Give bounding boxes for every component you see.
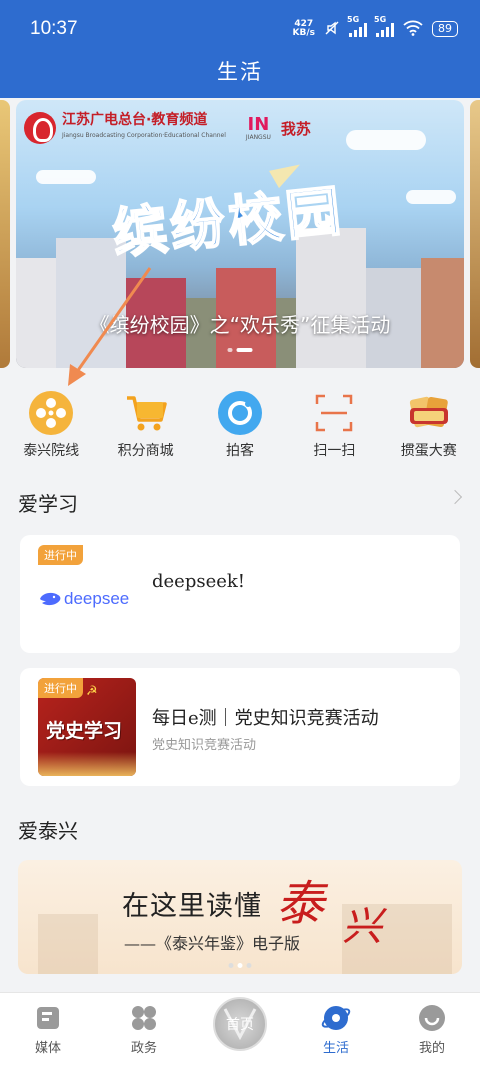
nav-home[interactable]: 首页 [192,993,288,1066]
battery-indicator: 89 [432,21,458,37]
profile-icon [417,1003,447,1033]
deepseek-logo: deepsee [38,589,129,609]
jsbc-logo-icon [24,112,56,144]
nav-government[interactable]: 政务 [96,993,192,1066]
net-speed: 427 KB/s [292,19,315,38]
cloud-decoration [346,130,426,150]
card-thumbnail: 进行中 deepsee [38,545,136,643]
government-icon [129,1003,159,1033]
scan-icon [311,390,357,436]
section-title-taixing: 爱泰兴 [18,819,78,843]
yearbook-headline: 在这里读懂 [122,891,262,922]
chevron-right-icon[interactable] [447,489,463,505]
partner-logo: IN JIANGSU [245,113,271,141]
quick-link-paike[interactable]: 拍客 [194,390,286,460]
page-title: 生活 [217,60,263,84]
shopping-cart-icon [123,390,169,436]
learn-card-deepseek[interactable]: 进行中 deepsee deepseek! [20,535,460,653]
banner-prev-peek[interactable] [0,100,10,368]
yearbook-calligraphy-2: 兴 [342,904,382,950]
signal-icon: 5G [347,15,367,37]
home-icon: 首页 [213,997,267,1051]
party-emblem-icon: ☭ [86,684,98,699]
status-time: 10:37 [30,18,78,39]
card-title: 每日e测｜党史知识竞赛活动 [152,708,379,729]
banner-carousel[interactable]: 江苏广电总台·教育频道 Jiangsu Broadcasting Corpora… [16,100,464,368]
card-game-icon [406,390,452,436]
carousel-dot [227,348,233,352]
status-tag: 进行中 [38,678,83,698]
cloud-decoration [36,170,96,184]
banner-caption: 《缤纷校园》之“欢乐秀”征集活动 [89,313,391,337]
film-reel-icon [28,390,74,436]
card-thumbnail: 进行中 ☭ 党史学习 [38,678,136,776]
life-planet-icon [321,1003,351,1033]
wifi-icon [403,20,423,39]
quick-links: 泰兴院线 积分商城 拍客 扫一扫 掼蛋大赛 [0,390,480,460]
quick-link-scan[interactable]: 扫一扫 [288,390,380,460]
yearbook-calligraphy-1: 泰 [276,876,325,932]
status-tag: 进行中 [38,545,83,565]
whale-icon [40,592,61,606]
nav-life[interactable]: 生活 [288,993,384,1066]
carousel-indicator [228,963,252,968]
yearbook-banner[interactable]: 在这里读懂 泰 兴 ——《泰兴年鉴》电子版 [18,860,462,974]
camera-circle-icon [217,390,263,436]
quick-link-guandan[interactable]: 掼蛋大赛 [383,390,475,460]
wosu-logo: 我苏 [280,119,311,138]
media-icon [33,1003,63,1033]
top-bar: 10:37 427 KB/s 5G 5G 89 生活 [0,0,480,98]
channel-logo-text: 江苏广电总台·教育频道 Jiangsu Broadcasting Corpora… [62,112,226,139]
status-icons: 427 KB/s 5G 5G 89 [292,15,458,39]
quick-link-cinema[interactable]: 泰兴院线 [5,390,97,460]
nav-profile[interactable]: 我的 [384,993,480,1066]
cloud-decoration [406,190,456,204]
banner-next-peek[interactable] [470,100,480,368]
section-title-learn: 爱学习 [18,492,78,516]
quick-link-points-mall[interactable]: 积分商城 [100,390,192,460]
building-decoration [296,228,366,368]
bottom-nav: 媒体 政务 首页 生活 我的 [0,992,480,1066]
card-title: deepseek! [152,571,246,592]
status-bar: 10:37 427 KB/s 5G 5G 89 [30,14,458,44]
learn-card-party-history[interactable]: 进行中 ☭ 党史学习 每日e测｜党史知识竞赛活动 党史知识竞赛活动 [20,668,460,786]
signal-icon-2: 5G [374,15,394,37]
carousel-indicator [227,348,253,352]
card-subtitle: 党史知识竞赛活动 [152,738,257,753]
mute-icon [324,20,340,39]
nav-media[interactable]: 媒体 [0,993,96,1066]
carousel-dot-active [236,348,253,352]
yearbook-subtitle: ——《泰兴年鉴》电子版 [124,934,301,953]
banner-logos: 江苏广电总台·教育频道 Jiangsu Broadcasting Corpora… [24,112,311,144]
